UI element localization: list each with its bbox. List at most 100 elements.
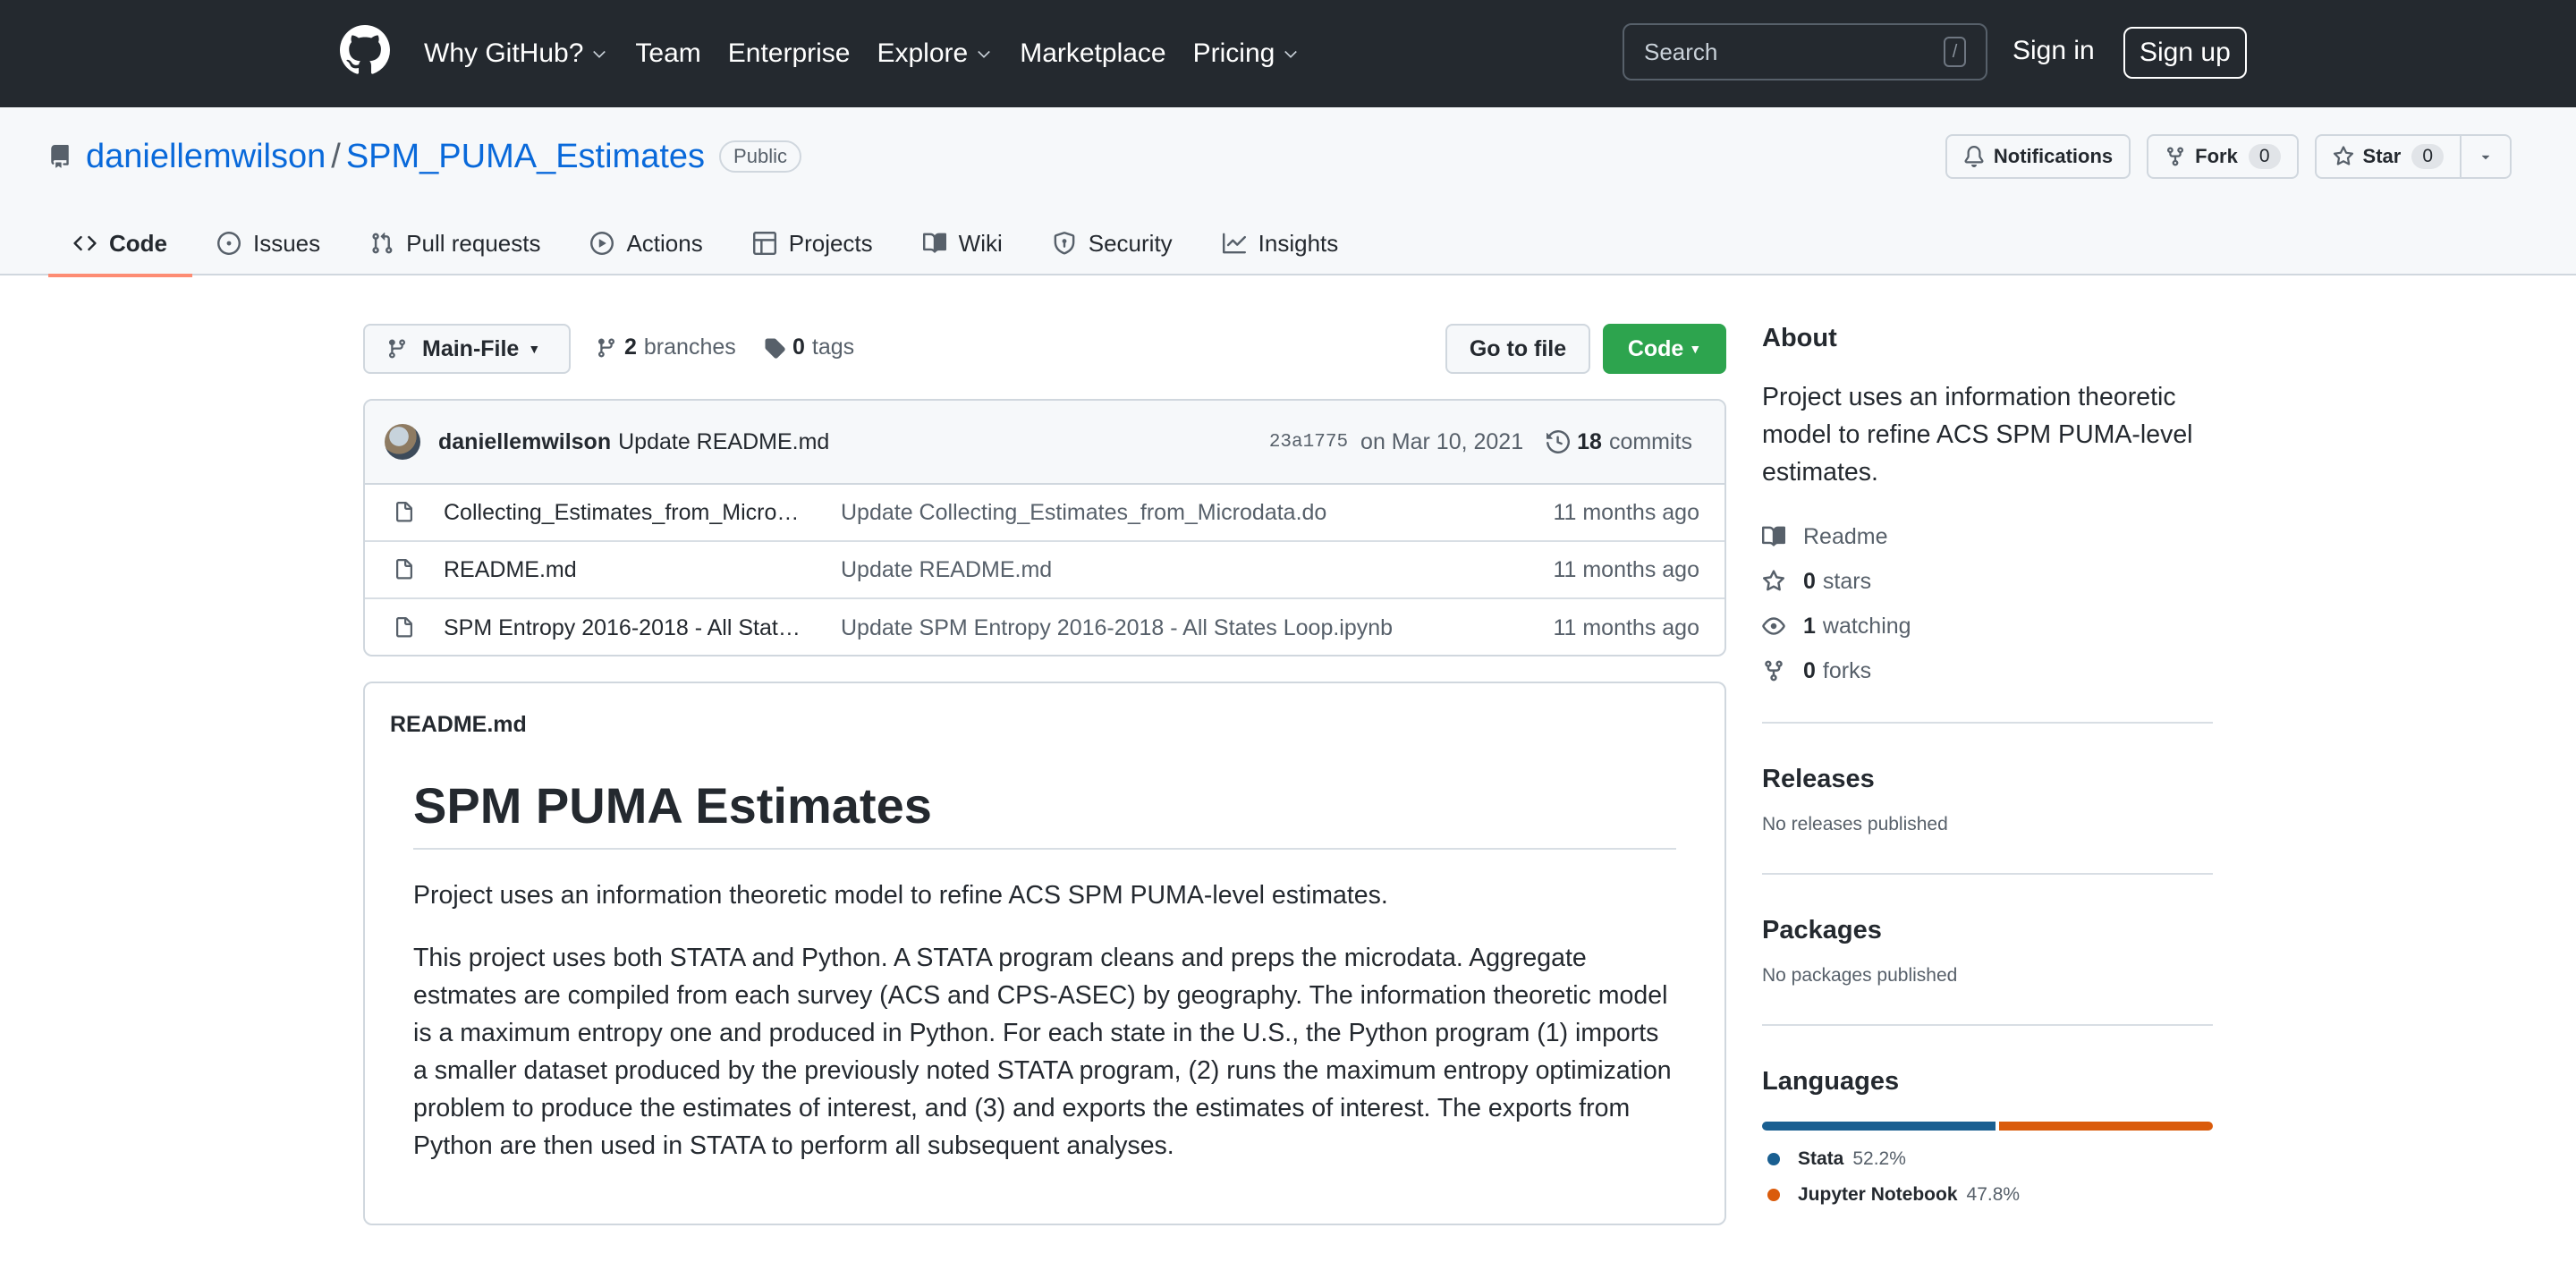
forks-label: forks: [1822, 657, 1872, 683]
tags-count: 0: [792, 335, 805, 360]
repo-name-link[interactable]: SPM_PUMA_Estimates: [346, 138, 705, 176]
sign-in-link[interactable]: Sign in: [2012, 36, 2095, 66]
repo-owner-link[interactable]: daniellemwilson: [86, 138, 326, 176]
readme-header: README.md: [365, 683, 1724, 766]
file-commit-message-link[interactable]: Update SPM Entropy 2016-2018 - All State…: [841, 615, 1467, 641]
bell-icon: [1964, 146, 1984, 167]
file-age: 11 months ago: [1553, 556, 1699, 582]
star-button[interactable]: Star 0: [2314, 134, 2462, 179]
watching-label: watching: [1822, 613, 1911, 639]
nav-pricing[interactable]: Pricing: [1193, 38, 1301, 69]
packages-heading-link[interactable]: Packages: [1762, 916, 2213, 945]
notifications-button[interactable]: Notifications: [1945, 134, 2131, 179]
commit-sha-link[interactable]: 23a1775: [1269, 432, 1348, 453]
watchers-link[interactable]: 1 watching: [1762, 604, 2213, 648]
avatar[interactable]: [385, 424, 420, 460]
tab-issues[interactable]: Issues: [192, 211, 345, 275]
star-list-dropdown-button[interactable]: [2462, 134, 2512, 179]
commit-message-link[interactable]: Update README.md: [618, 429, 829, 455]
sign-up-button[interactable]: Sign up: [2123, 27, 2247, 79]
commit-author-link[interactable]: daniellemwilson: [438, 429, 611, 455]
search-input[interactable]: [1644, 38, 1944, 66]
stars-label: stars: [1822, 568, 1872, 594]
file-commit-message-link[interactable]: Update Collecting_Estimates_from_Microda…: [841, 500, 1467, 526]
nav-why-github[interactable]: Why GitHub?: [424, 38, 608, 69]
notifications-label: Notifications: [1993, 145, 2114, 167]
commits-history-link[interactable]: 18 commits: [1546, 429, 1692, 455]
search-box[interactable]: /: [1623, 23, 1987, 80]
tab-code[interactable]: Code: [48, 211, 192, 277]
file-name-link[interactable]: README.md: [444, 557, 801, 583]
star-count: 0: [2411, 144, 2444, 169]
nav-label: Pricing: [1192, 38, 1275, 68]
star-icon: [1762, 570, 1785, 591]
readme-panel: README.md SPM PUMA Estimates Project use…: [363, 682, 1726, 1225]
readme-link[interactable]: Readme: [1762, 514, 2213, 559]
tab-security[interactable]: Security: [1028, 211, 1198, 275]
tab-insights[interactable]: Insights: [1198, 211, 1364, 275]
packages-empty-text: No packages published: [1762, 965, 1958, 986]
language-item[interactable]: Jupyter Notebook 47.8%: [1762, 1177, 2213, 1213]
file-icon: [396, 559, 412, 580]
branch-select-button[interactable]: Main-File ▼: [363, 324, 571, 374]
nav-label: Marketplace: [1020, 38, 1166, 68]
language-name: Jupyter Notebook: [1798, 1184, 1958, 1205]
branches-link[interactable]: 2 branches: [596, 335, 736, 360]
file-name-link[interactable]: SPM Entropy 2016-2018 - All States Loop.…: [444, 615, 801, 641]
star-group: Star 0: [2314, 134, 2512, 179]
go-to-file-button[interactable]: Go to file: [1445, 324, 1590, 374]
language-color-dot: [1767, 1153, 1780, 1165]
tags-label: tags: [811, 335, 855, 360]
table-row: Collecting_Estimates_from_Microdata.do U…: [365, 485, 1724, 542]
nav-label: Enterprise: [727, 38, 851, 68]
language-bar-segment: [1762, 1122, 1996, 1131]
nav-team[interactable]: Team: [635, 38, 700, 69]
file-commit-message-link[interactable]: Update README.md: [841, 557, 1467, 583]
language-item[interactable]: Stata 52.2%: [1762, 1141, 2213, 1177]
star-icon: [2333, 146, 2353, 165]
caret-down-icon: ▼: [1689, 342, 1702, 356]
watching-count: 1: [1803, 613, 1816, 639]
table-row: SPM Entropy 2016-2018 - All States Loop.…: [365, 599, 1724, 655]
git-branch-icon: [597, 338, 614, 358]
tab-actions[interactable]: Actions: [565, 211, 727, 275]
readme-filename-link[interactable]: README.md: [390, 712, 527, 738]
global-nav: Why GitHub? Team Enterprise Explore Mark…: [424, 0, 1326, 107]
file-browser: daniellemwilson Update README.md 23a1775…: [363, 399, 1726, 656]
fork-button[interactable]: Fork 0: [2147, 134, 2299, 179]
code-download-button[interactable]: Code ▼: [1603, 324, 1726, 374]
visibility-badge: Public: [719, 140, 801, 173]
file-age: 11 months ago: [1553, 499, 1699, 525]
file-name-link[interactable]: Collecting_Estimates_from_Microdata.do: [444, 500, 801, 526]
github-logo-icon[interactable]: [340, 25, 390, 75]
nav-marketplace[interactable]: Marketplace: [1020, 38, 1165, 69]
file-icon: [396, 502, 412, 522]
tab-wiki[interactable]: Wiki: [898, 211, 1028, 275]
nav-explore[interactable]: Explore: [877, 38, 993, 69]
book-icon: [1762, 526, 1785, 546]
nav-enterprise[interactable]: Enterprise: [728, 38, 851, 69]
chevron-down-icon: [978, 50, 991, 58]
file-icon: [396, 617, 412, 638]
forks-link[interactable]: 0 forks: [1762, 648, 2213, 693]
stars-link[interactable]: 0 stars: [1762, 559, 2213, 604]
repo-icon: [51, 145, 69, 168]
book-icon: [922, 233, 946, 253]
releases-heading-link[interactable]: Releases: [1762, 765, 2213, 794]
repo-path-separator: /: [331, 137, 341, 175]
tab-label: Insights: [1258, 229, 1339, 257]
commit-meta: 23a1775 on Mar 10, 2021 18 commits: [1269, 429, 1692, 455]
repo-header: daniellemwilson / SPM_PUMA_Estimates Pub…: [0, 107, 2576, 277]
readme-link-label: Readme: [1803, 523, 1888, 549]
forks-count: 0: [1803, 657, 1816, 683]
tags-link[interactable]: 0 tags: [764, 335, 854, 360]
table-row: README.md Update README.md 11 months ago: [365, 542, 1724, 599]
tab-pull-requests[interactable]: Pull requests: [345, 211, 565, 275]
pull-request-icon: [372, 232, 393, 254]
tab-projects[interactable]: Projects: [728, 211, 898, 275]
fork-icon: [2167, 147, 2184, 166]
releases-empty-text: No releases published: [1762, 814, 1948, 834]
sidebar-divider: [1762, 1024, 2213, 1026]
table-icon: [752, 232, 776, 255]
fork-icon: [1765, 660, 1783, 682]
